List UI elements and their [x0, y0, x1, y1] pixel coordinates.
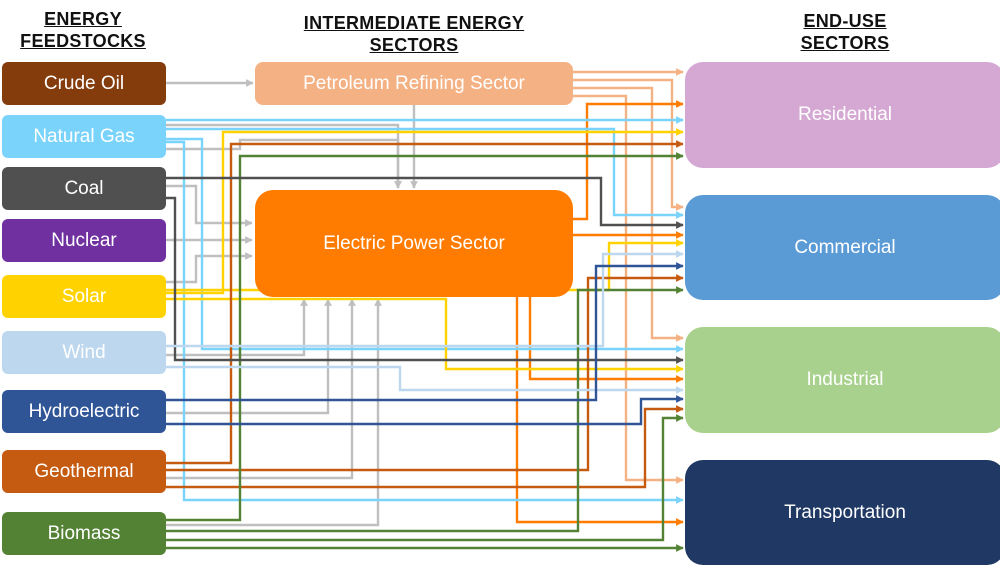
sector-label: Petroleum Refining Sector [303, 72, 525, 94]
feedstock-label: Crude Oil [43, 72, 125, 94]
flow-solar-to-ind [166, 297, 684, 373]
petroleum-refining-sector[interactable]: Petroleum Refining Sector [255, 62, 573, 105]
end-use-commercial[interactable]: Commercial [685, 195, 1000, 300]
feedstock-coal[interactable]: Coal [2, 167, 166, 210]
flow-refining-to-trn [573, 94, 684, 484]
flow-bio-to-com [166, 286, 684, 533]
sector-label: Commercial [794, 236, 896, 258]
feedstock-natural-gas[interactable]: Natural Gas [2, 115, 166, 158]
sector-label: Transportation [784, 501, 906, 523]
feedstock-label: Solar [61, 285, 107, 307]
sector-label: Industrial [806, 369, 884, 390]
feedstock-solar[interactable]: Solar [2, 275, 166, 318]
flow-hydro-to-ind [166, 395, 684, 426]
feedstock-label: Geothermal [34, 460, 134, 482]
feedstock-label: Hydroelectric [28, 400, 140, 422]
feedstock-label: Biomass [47, 522, 121, 544]
feedstock-hydroelectric[interactable]: Hydroelectric [2, 390, 166, 433]
feedstock-crude-oil[interactable]: Crude Oil [2, 62, 166, 105]
feedstock-biomass[interactable]: Biomass [2, 512, 166, 555]
end-use-transportation[interactable]: Transportation [685, 460, 1000, 565]
flow-geo-to-ind [166, 405, 684, 489]
electric-power-sector[interactable]: Electric Power Sector [255, 190, 573, 297]
flow-refining-to-ind [573, 86, 684, 342]
flow-geo-to-com [166, 274, 684, 472]
feedstock-label: Coal [64, 177, 104, 199]
flow-power-to-res [573, 100, 684, 221]
feedstock-wind[interactable]: Wind [2, 331, 166, 374]
sector-label: Residential [798, 104, 892, 125]
sector-label: Electric Power Sector [323, 232, 505, 254]
feedstock-label: Wind [62, 341, 106, 363]
feedstock-geothermal[interactable]: Geothermal [2, 450, 166, 493]
feedstock-label: Nuclear [51, 229, 117, 251]
end-use-industrial[interactable]: Industrial [685, 327, 1000, 433]
flow-geo-to-power [166, 298, 356, 480]
feedstock-nuclear[interactable]: Nuclear [2, 219, 166, 262]
feedstock-label: Natural Gas [33, 125, 135, 147]
end-use-residential[interactable]: Residential [685, 62, 1000, 168]
